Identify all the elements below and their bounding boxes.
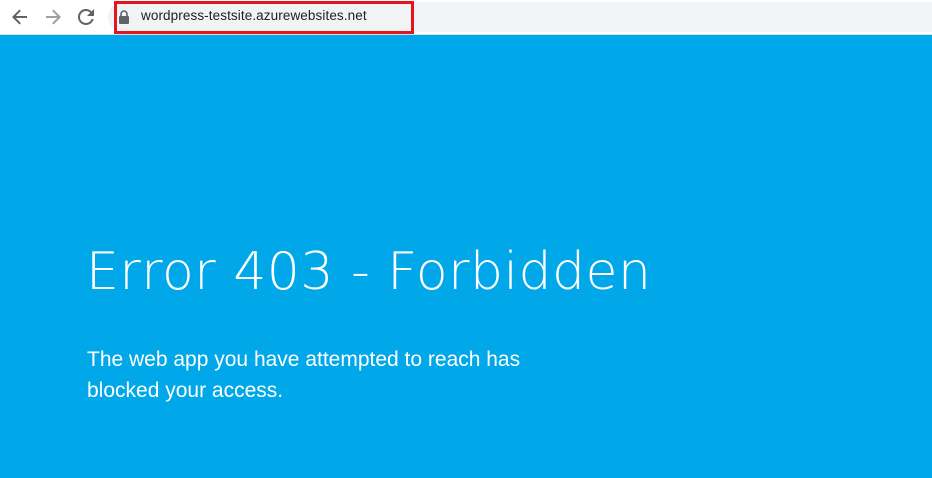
error-message: The web app you have attempted to reach … [87, 348, 521, 402]
url-text: wordpress-testsite.azurewebsites.net [141, 8, 367, 23]
forward-button[interactable] [40, 4, 66, 30]
address-bar[interactable]: wordpress-testsite.azurewebsites.net [108, 2, 932, 32]
error-page: Error 403 - Forbidden The web app you ha… [0, 36, 932, 478]
error-title: Error 403 - Forbidden [86, 242, 652, 302]
lock-icon [119, 10, 129, 24]
arrow-right-icon [46, 9, 61, 25]
back-button[interactable] [7, 4, 33, 30]
arrow-left-icon [12, 9, 27, 25]
reload-icon [78, 9, 94, 25]
reload-button[interactable] [73, 4, 99, 30]
browser-toolbar: wordpress-testsite.azurewebsites.net [0, 0, 932, 35]
